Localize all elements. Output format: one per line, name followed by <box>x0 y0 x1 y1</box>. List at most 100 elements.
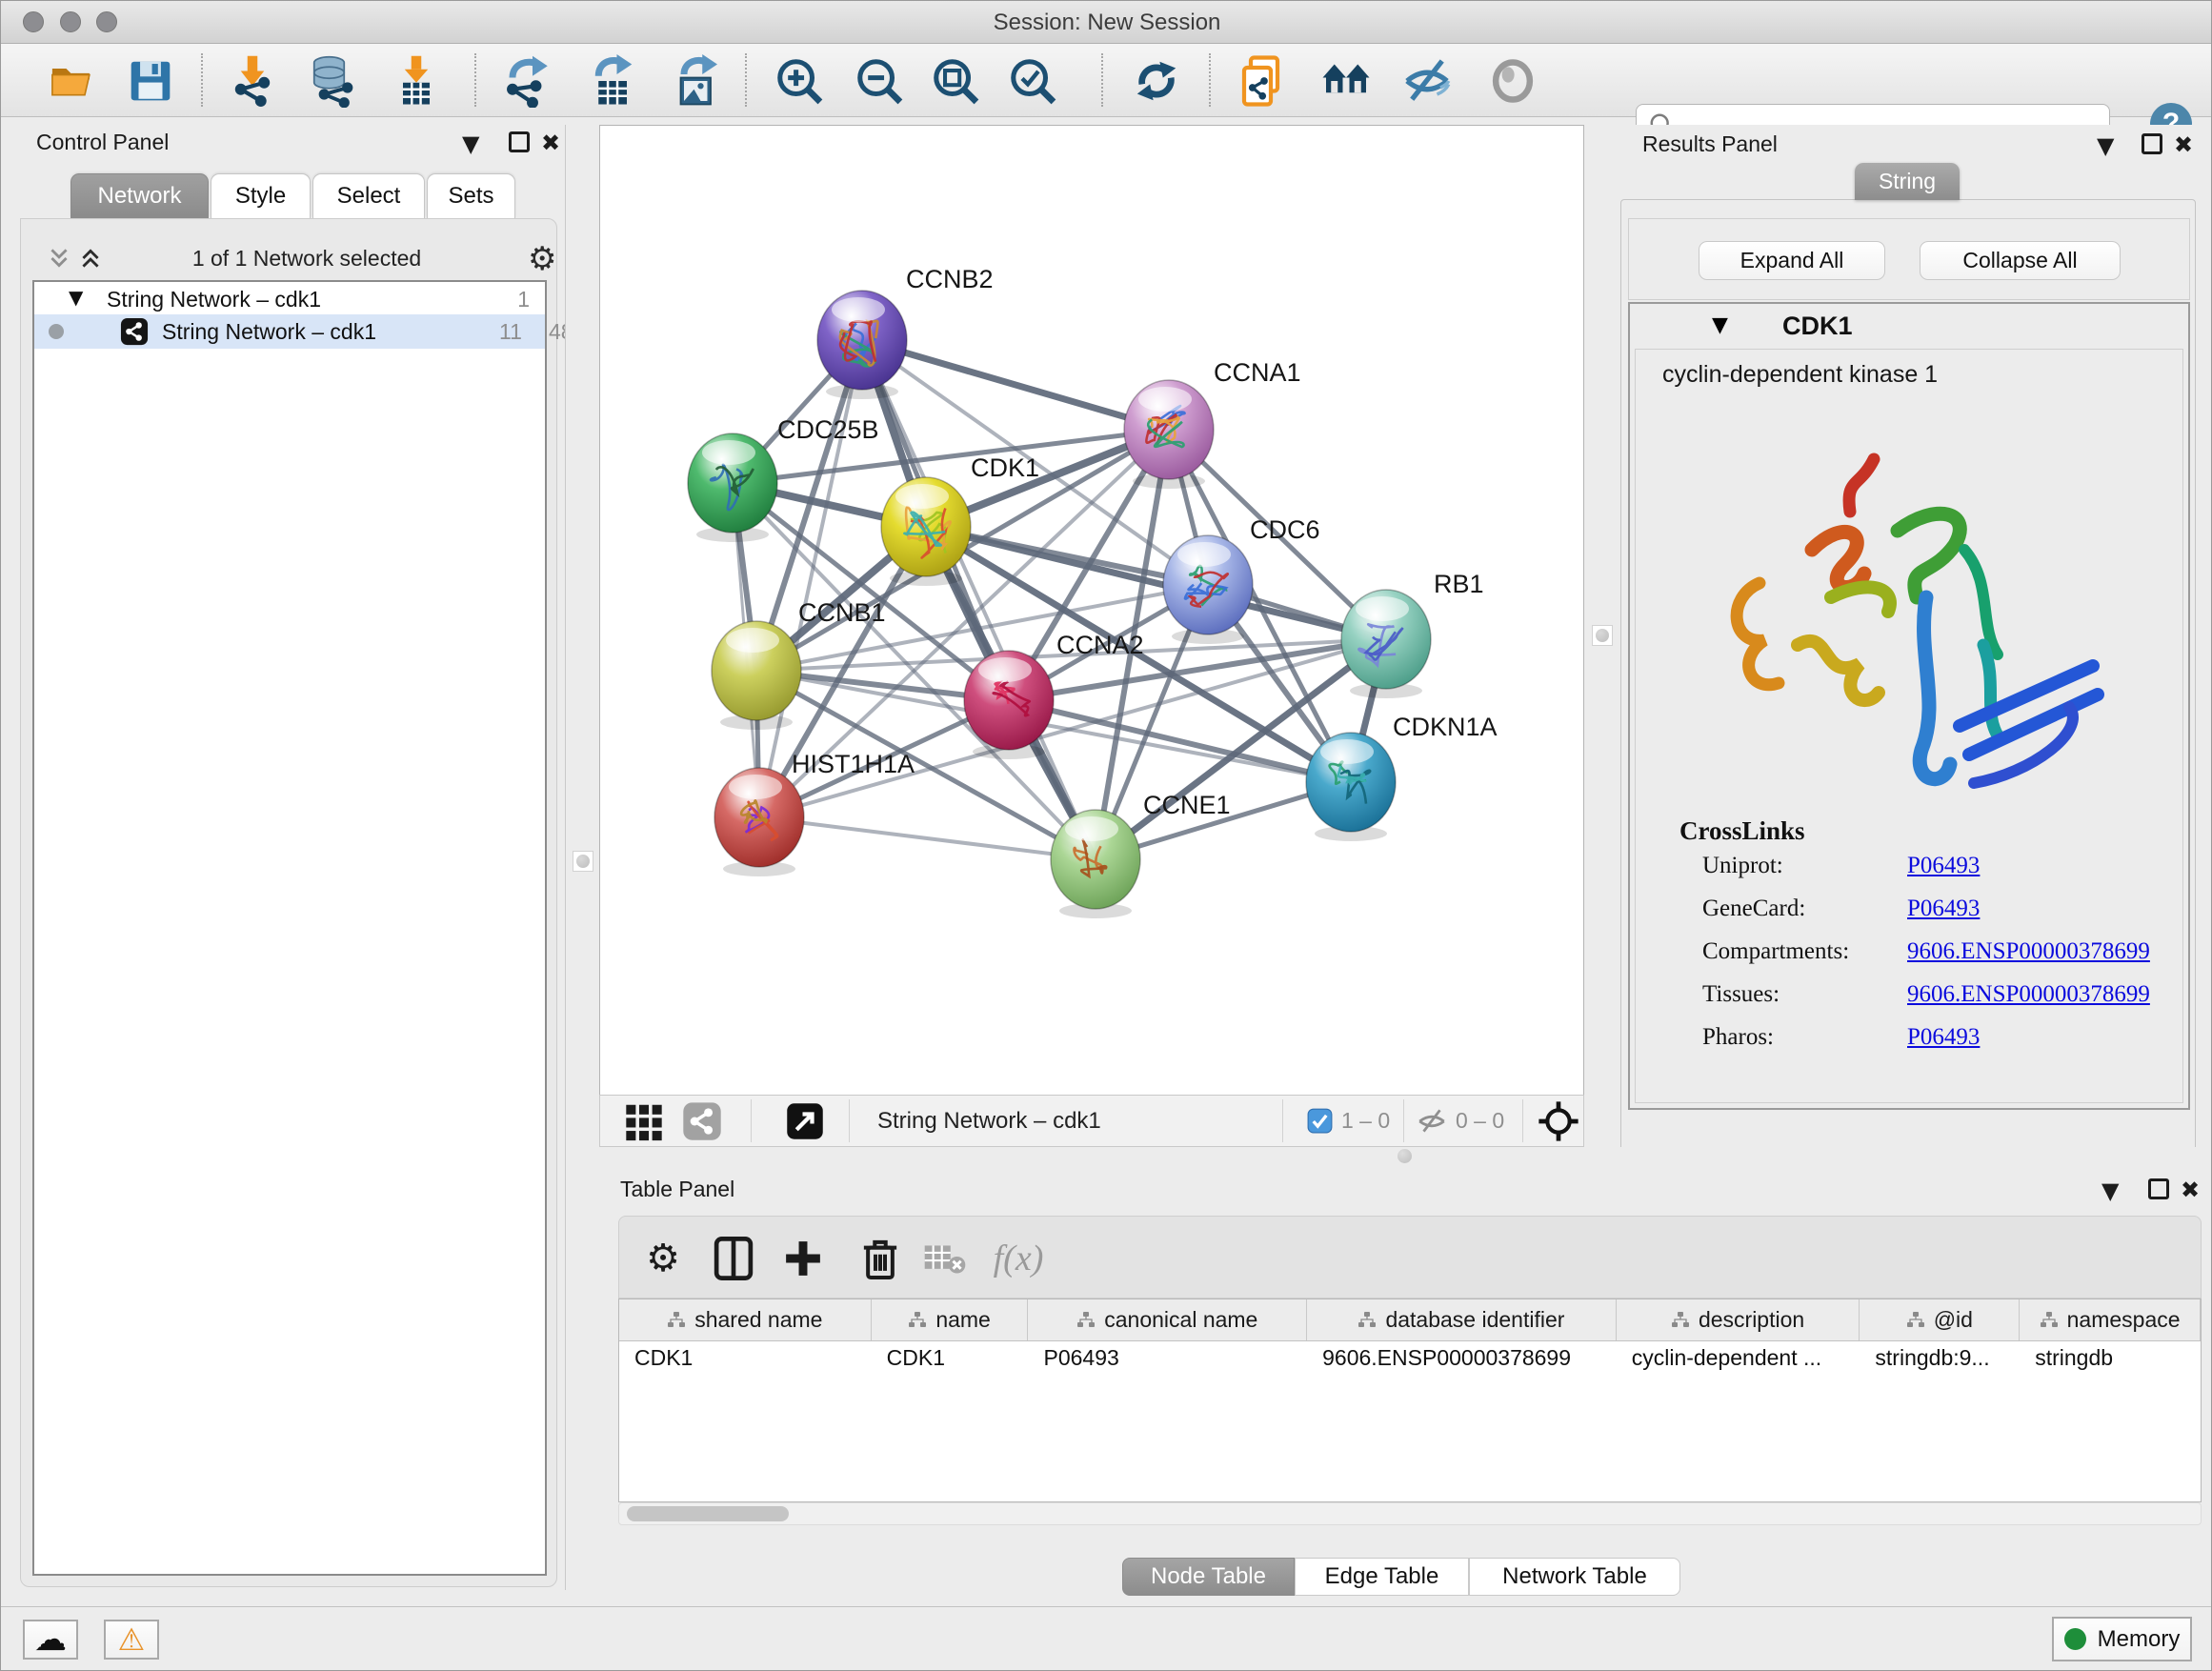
column-header-canonical-name[interactable]: canonical name <box>1028 1299 1307 1340</box>
control-panel-close-icon[interactable]: ✖ <box>541 131 560 154</box>
grid-view-button[interactable] <box>622 1096 666 1146</box>
table-row[interactable]: CDK1CDK1P064939606.ENSP00000378699cyclin… <box>619 1341 2201 1376</box>
crosslink-label: Tissues: <box>1702 981 1780 1007</box>
warnings-button[interactable]: ⚠ <box>104 1620 159 1660</box>
show-columns-button[interactable] <box>707 1232 760 1285</box>
network-node-CDC6[interactable]: CDC6 <box>1163 515 1320 644</box>
network-edge[interactable] <box>862 340 1096 859</box>
network-list-toolbar: 1 of 1 Network selected ⚙ <box>21 238 556 280</box>
export-network-button[interactable] <box>495 50 556 111</box>
network-edge[interactable] <box>759 340 862 817</box>
cloud-status-button[interactable]: ☁ <box>23 1620 78 1660</box>
horizontal-splitter[interactable] <box>599 1147 2212 1165</box>
crosslink-link[interactable]: 9606.ENSP00000378699 <box>1907 981 2150 1008</box>
crosslink-link[interactable]: P06493 <box>1907 853 1980 879</box>
network-canvas[interactable]: CCNB2CCNA1CDC25BCDK1CDC6RB1CCNB1CCNA2CDK… <box>599 125 1584 1095</box>
selected-checkbox[interactable] <box>1307 1096 1333 1146</box>
column-header-name[interactable]: name <box>872 1299 1029 1340</box>
column-header-shared-name[interactable]: shared name <box>619 1299 872 1340</box>
export-image-button[interactable] <box>667 50 728 111</box>
string-home-button[interactable] <box>1316 50 1377 111</box>
network-graph[interactable]: CCNB2CCNA1CDC25BCDK1CDC6RB1CCNB1CCNA2CDK… <box>600 126 1583 1094</box>
column-header-database-identifier[interactable]: database identifier <box>1307 1299 1617 1340</box>
detach-view-button[interactable] <box>786 1096 824 1146</box>
node-table: shared namename canonical name database id… <box>618 1299 2202 1502</box>
network-options-gear-icon[interactable]: ⚙ <box>528 240 556 278</box>
crosslink-link[interactable]: P06493 <box>1907 896 1980 922</box>
network-node-CCNB2[interactable]: CCNB2 <box>817 265 994 399</box>
table-hscrollbar-thumb[interactable] <box>627 1506 789 1521</box>
import-table-button[interactable] <box>386 50 447 111</box>
delete-column-button[interactable] <box>854 1232 907 1285</box>
network-collection-row[interactable]: ▼ String Network – cdk1 1 <box>34 284 545 314</box>
network-node-HIST1H1A[interactable]: HIST1H1A <box>714 750 915 876</box>
collapse-all-button[interactable]: Collapse All <box>1920 241 2121 280</box>
collapse-all-icon[interactable] <box>47 246 71 271</box>
crosslink-link[interactable]: P06493 <box>1907 1024 1980 1051</box>
table-cell: P06493 <box>1028 1341 1307 1376</box>
zoom-in-button[interactable] <box>769 50 830 111</box>
table-panel-menu-icon[interactable]: ▼ <box>2101 1179 2119 1202</box>
left-splitter-handle[interactable] <box>573 851 593 872</box>
results-panel-menu-icon[interactable]: ▼ <box>2097 134 2114 157</box>
add-column-button[interactable] <box>776 1232 830 1285</box>
tab-network-table[interactable]: Network Table <box>1469 1558 1680 1596</box>
share-session-button[interactable] <box>1234 50 1295 111</box>
results-panel-close-icon[interactable]: ✖ <box>2174 133 2193 156</box>
tab-node-table[interactable]: Node Table <box>1122 1558 1295 1596</box>
table-settings-button[interactable]: ⚙ <box>636 1232 690 1285</box>
table-panel-close-icon[interactable]: ✖ <box>2181 1178 2200 1201</box>
collection-expand-icon[interactable]: ▼ <box>69 286 83 309</box>
horizontal-splitter-handle[interactable] <box>1398 1149 1412 1163</box>
hide-panel-button[interactable] <box>1397 50 1458 111</box>
toolbar-separator <box>474 53 476 107</box>
network-node-CCNE1[interactable]: CCNE1 <box>1051 791 1231 918</box>
table-header-row: shared namename canonical name database id… <box>619 1299 2201 1341</box>
refresh-button[interactable] <box>1126 50 1187 111</box>
tab-network[interactable]: Network <box>70 173 209 218</box>
network-node-CDKN1A[interactable]: CDKN1A <box>1306 713 1498 841</box>
table-hscrollbar[interactable] <box>618 1502 2202 1525</box>
control-panel-float-icon[interactable] <box>509 131 530 152</box>
tab-edge-table[interactable]: Edge Table <box>1295 1558 1469 1596</box>
left-splitter[interactable] <box>565 125 599 1590</box>
open-session-button[interactable] <box>42 50 103 111</box>
tab-style[interactable]: Style <box>211 173 311 218</box>
expand-all-icon[interactable] <box>78 246 103 271</box>
table-panel-float-icon[interactable] <box>2148 1178 2169 1199</box>
zoom-fit-button[interactable] <box>925 50 986 111</box>
right-splitter-handle[interactable] <box>1592 625 1613 646</box>
export-table-button[interactable] <box>583 50 644 111</box>
function-builder-button[interactable]: f(x) <box>980 1232 1056 1285</box>
memory-button[interactable]: Memory <box>2052 1617 2192 1661</box>
zoom-out-button[interactable] <box>849 50 910 111</box>
network-view-button[interactable] <box>682 1096 722 1146</box>
tab-select[interactable]: Select <box>312 173 425 218</box>
tab-string[interactable]: String <box>1855 163 1960 200</box>
zoom-selected-button[interactable] <box>1002 50 1063 111</box>
column-header-description[interactable]: description <box>1617 1299 1860 1340</box>
results-panel-float-icon[interactable] <box>2142 133 2162 154</box>
import-network-database-button[interactable] <box>302 50 363 111</box>
import-network-file-button[interactable] <box>222 50 283 111</box>
column-header-namespace[interactable]: namespace <box>2020 1299 2201 1340</box>
control-panel-menu-icon[interactable]: ▼ <box>462 132 479 155</box>
show-panel-button[interactable] <box>1482 50 1543 111</box>
right-splitter[interactable] <box>1584 125 1620 1147</box>
expand-all-button[interactable]: Expand All <box>1699 241 1885 280</box>
tab-sets[interactable]: Sets <box>427 173 515 218</box>
save-session-button[interactable] <box>120 50 181 111</box>
column-label: canonical name <box>1104 1307 1257 1333</box>
network-edge[interactable] <box>862 340 1169 430</box>
delete-table-button[interactable] <box>917 1232 971 1285</box>
network-row-selected[interactable]: String Network – cdk1 11 48 <box>34 314 545 349</box>
crosslink-link[interactable]: 9606.ENSP00000378699 <box>1907 938 2150 965</box>
section-collapse-icon[interactable]: ▼ <box>1712 313 1728 337</box>
network-node-RB1[interactable]: RB1 <box>1341 570 1484 698</box>
birdseye-view-button[interactable] <box>1538 1096 1579 1146</box>
column-header--id[interactable]: @id <box>1860 1299 2020 1340</box>
hidden-toggle[interactable] <box>1416 1096 1448 1146</box>
node-section-header[interactable]: ▼ CDK1 <box>1630 304 2188 347</box>
network-edge[interactable] <box>759 817 1096 859</box>
table-panel: Table Panel ▼ ✖ ⚙ f(x) shared namenameca… <box>599 1165 2212 1606</box>
